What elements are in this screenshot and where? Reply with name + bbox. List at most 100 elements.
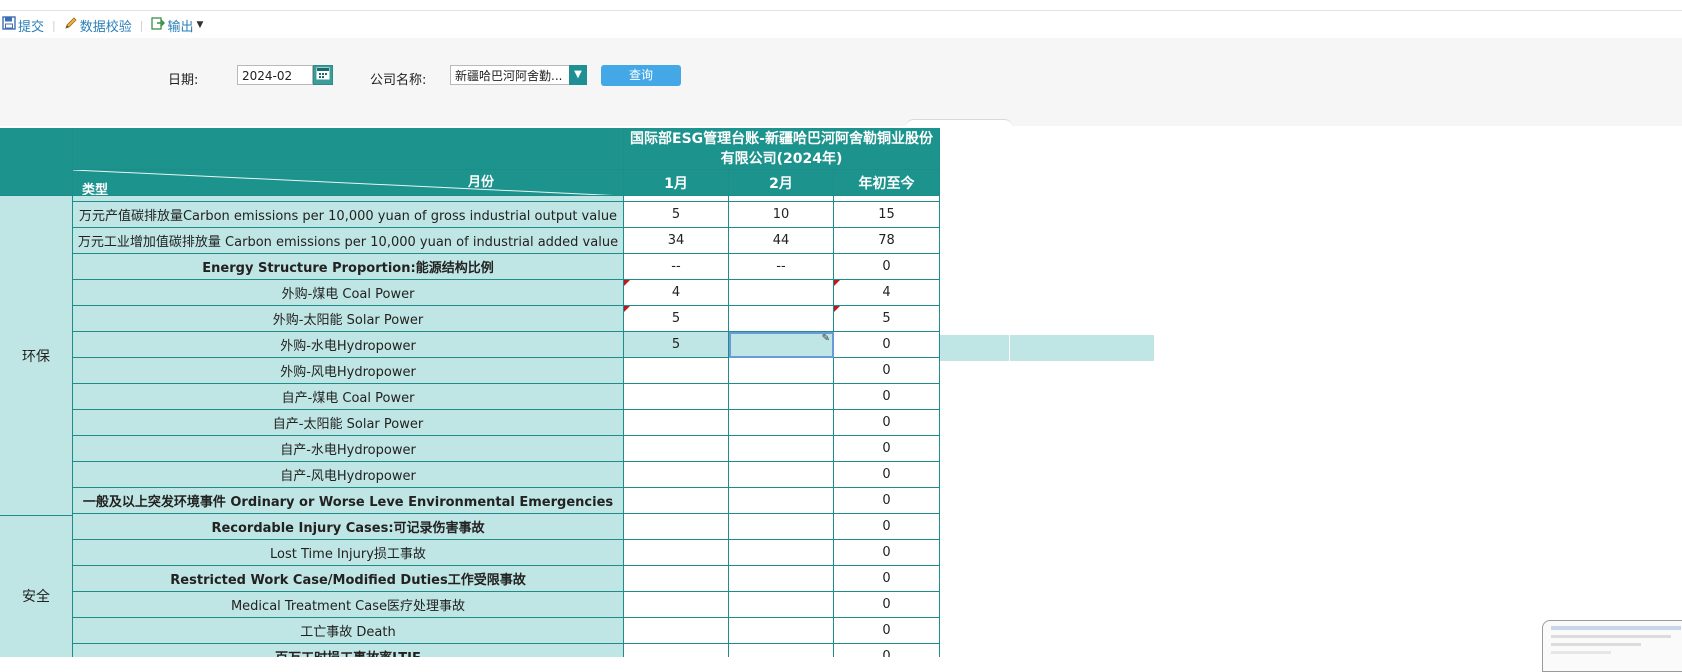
cell-ytd[interactable]: 0: [834, 384, 940, 410]
cell-ytd[interactable]: 0: [834, 436, 940, 462]
cell-feb[interactable]: [729, 540, 834, 566]
validate-button[interactable]: 数据校验: [62, 16, 134, 35]
cell-feb[interactable]: [729, 566, 834, 592]
cell-jan[interactable]: [624, 358, 729, 384]
category-safety: 安全: [0, 516, 73, 657]
cell-jan[interactable]: [624, 462, 729, 488]
comment-marker-icon: [834, 306, 840, 312]
cell-feb[interactable]: [729, 436, 834, 462]
cell-value: 4: [671, 285, 681, 300]
cell-feb[interactable]: [729, 462, 834, 488]
toolbar: 提交 | 数据校验 | 输出 ▼: [0, 14, 205, 36]
row-label: 万元工业增加值碳排放量 Carbon emissions per 10,000 …: [73, 228, 624, 254]
row-label: 外购-太阳能 Solar Power: [73, 306, 624, 332]
pencil-icon: [64, 16, 78, 34]
cell-jan[interactable]: [624, 488, 729, 514]
cell-ytd[interactable]: 0: [834, 540, 940, 566]
cell-feb[interactable]: [729, 488, 834, 514]
row-highlight-extension: [940, 335, 1010, 361]
cell-ytd[interactable]: 0: [834, 358, 940, 384]
cell-jan[interactable]: 34: [624, 228, 729, 254]
cell-ytd[interactable]: 5: [834, 306, 940, 332]
table-title: 国际部ESG管理台账-新疆哈巴河阿舍勒铜业股份有限公司(2024年): [624, 128, 940, 170]
cell-feb[interactable]: --: [729, 254, 834, 280]
cell-jan[interactable]: [624, 384, 729, 410]
cell-jan[interactable]: [624, 410, 729, 436]
cell-feb[interactable]: [729, 618, 834, 644]
cell-ytd[interactable]: 0: [834, 488, 940, 514]
cell-jan[interactable]: --: [624, 254, 729, 280]
export-icon: [151, 16, 166, 34]
cell-jan[interactable]: [624, 566, 729, 592]
filter-panel: 日期: 2024-02 公司名称: 新疆哈巴河阿舍勤... ▼ 查询: [0, 38, 1682, 126]
cell-feb[interactable]: [729, 644, 834, 657]
diagonal-header: 月份 类型: [73, 170, 624, 196]
cell-ytd[interactable]: 0: [834, 592, 940, 618]
cell-jan[interactable]: [624, 514, 729, 540]
cell-ytd[interactable]: 15: [834, 202, 940, 228]
cell-ytd[interactable]: 78: [834, 228, 940, 254]
cell-jan[interactable]: 4: [624, 280, 729, 306]
cell-ytd[interactable]: 0: [834, 332, 940, 358]
cell-feb[interactable]: [729, 384, 834, 410]
col-header-feb: 2月: [729, 170, 834, 196]
cell-feb[interactable]: [729, 514, 834, 540]
cell-ytd[interactable]: 0: [834, 618, 940, 644]
row-label: Lost Time Injury损工事故: [73, 540, 624, 566]
header-blank: [73, 128, 624, 170]
export-button[interactable]: 输出 ▼: [149, 16, 205, 35]
type-header: 类型: [82, 183, 109, 196]
corner-cell: [0, 128, 73, 196]
diagonal-line: [73, 170, 614, 195]
cell-jan[interactable]: 5: [624, 202, 729, 228]
cell-jan[interactable]: [624, 644, 729, 657]
cell-value: 5: [671, 311, 681, 326]
cell-ytd[interactable]: 4: [834, 280, 940, 306]
cell-feb[interactable]: [729, 306, 834, 332]
cell-ytd[interactable]: 0: [834, 644, 940, 657]
cell-feb[interactable]: [729, 410, 834, 436]
chevron-down-icon: ▼: [196, 20, 204, 30]
validate-label: 数据校验: [79, 19, 132, 35]
cell-ytd[interactable]: 0: [834, 462, 940, 488]
separator: |: [139, 18, 144, 32]
row-label: 一般及以上突发环境事件 Ordinary or Worse Leve Envir…: [73, 488, 624, 514]
row-label: 自产-水电Hydropower: [73, 436, 624, 462]
row-label: Restricted Work Case/Modified Duties工作受限…: [73, 566, 624, 592]
row-label: 外购-煤电 Coal Power: [73, 280, 624, 306]
cell-ytd[interactable]: 0: [834, 566, 940, 592]
query-button[interactable]: 查询: [601, 65, 681, 86]
cell-jan[interactable]: 5: [624, 306, 729, 332]
company-select[interactable]: 新疆哈巴河阿舍勤...: [450, 65, 570, 85]
chevron-down-icon[interactable]: ▼: [569, 65, 587, 85]
row-highlight-extension: [1010, 335, 1155, 361]
row-label: Medical Treatment Case医疗处理事故: [73, 592, 624, 618]
cell-feb[interactable]: 44: [729, 228, 834, 254]
save-icon: [2, 16, 16, 34]
separator: |: [52, 18, 56, 32]
tab-handle[interactable]: [905, 119, 1013, 128]
date-input[interactable]: 2024-02: [237, 65, 313, 85]
cell-feb[interactable]: 10: [729, 202, 834, 228]
company-label: 公司名称:: [370, 73, 427, 88]
cell-jan[interactable]: [624, 618, 729, 644]
submit-button[interactable]: 提交: [0, 16, 46, 35]
cell-jan[interactable]: 5: [624, 332, 729, 358]
cell-jan[interactable]: [624, 592, 729, 618]
row-label: 外购-风电Hydropower: [73, 358, 624, 384]
window-thumbnail[interactable]: [1542, 620, 1682, 672]
cell-feb[interactable]: [729, 592, 834, 618]
calendar-icon[interactable]: [313, 65, 333, 85]
cell-feb[interactable]: [729, 280, 834, 306]
cell-ytd[interactable]: 0: [834, 254, 940, 280]
col-header-jan: 1月: [624, 170, 729, 196]
cell-ytd[interactable]: 0: [834, 514, 940, 540]
cell-jan[interactable]: [624, 436, 729, 462]
cell-jan[interactable]: [624, 540, 729, 566]
cell-feb[interactable]: ✎: [729, 332, 834, 358]
cell-ytd[interactable]: 0: [834, 410, 940, 436]
row-label: 自产-太阳能 Solar Power: [73, 410, 624, 436]
row-label: 自产-风电Hydropower: [73, 462, 624, 488]
category-env: 环保: [0, 196, 73, 516]
cell-feb[interactable]: [729, 358, 834, 384]
